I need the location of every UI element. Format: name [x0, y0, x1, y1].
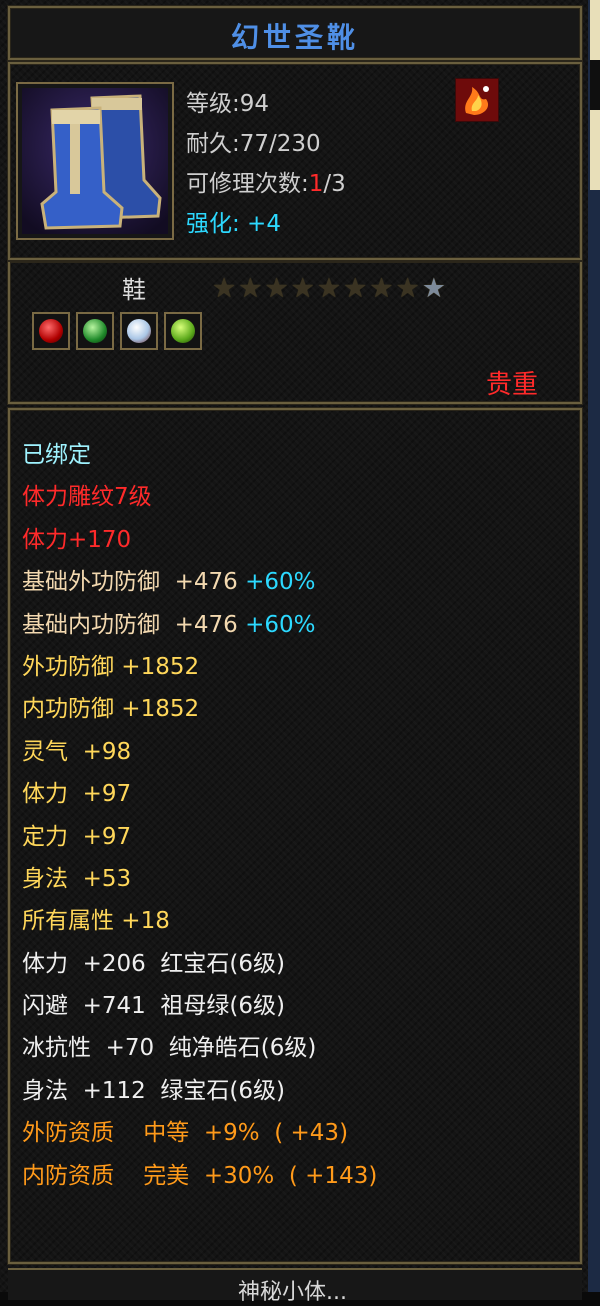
title-bar: 幻世圣靴 — [8, 6, 582, 60]
star-icon: ★ — [212, 273, 237, 304]
base-inner-pct: +60% — [245, 611, 316, 638]
focus-stat: 定力 +97 — [22, 823, 132, 850]
base-inner-defense: 基础内功防御 +476 +60% — [22, 604, 377, 646]
inner-aptitude: 内防资质 完美 +30% ( +143) — [22, 1162, 378, 1189]
all-attributes-stat: 所有属性 +18 — [22, 908, 170, 935]
gem-bonus-4: 身法 +112 绿宝石(6级) — [22, 1077, 285, 1104]
base-outer-label: 基础外功防御 +476 — [22, 569, 246, 596]
spirit-stat: 灵气 +98 — [22, 738, 132, 765]
star-icon: ★ — [264, 273, 289, 304]
agility-stat: 身法 +53 — [22, 865, 132, 892]
item-icon-frame — [16, 82, 174, 240]
star-icon: ★ — [421, 273, 446, 304]
footer-text: 神秘小体... — [238, 1280, 347, 1305]
item-name: 幻世圣靴 — [230, 21, 359, 54]
repair-count: 可修理次数:1/3 — [186, 164, 346, 198]
outer-aptitude: 外防资质 中等 +9% ( +43) — [22, 1120, 349, 1147]
jade-gem-icon[interactable] — [164, 312, 202, 350]
footer-bar: 神秘小体... — [8, 1268, 582, 1305]
white-gem-icon[interactable] — [120, 312, 158, 350]
background-window-strip — [588, 0, 600, 1292]
star-icon: ★ — [316, 273, 342, 304]
durability-text: 耐久:77/230 — [186, 131, 321, 157]
gem-bonus-3: 冰抗性 +70 纯净皓石(6级) — [22, 1035, 317, 1062]
star-icon: ★ — [290, 273, 315, 304]
star-rating: ★ ★ ★ ★ ★ ★ ★ ★ ★ — [212, 275, 446, 303]
engrave-line: 体力雕纹7级 — [22, 484, 152, 511]
fire-emblem-icon — [455, 78, 499, 122]
gem-bonus-2: 闪避 +741 祖母绿(6级) — [22, 993, 285, 1020]
star-icon: ★ — [369, 273, 394, 304]
star-icon: ★ — [395, 273, 420, 304]
level-text: 等级:94 — [186, 91, 270, 117]
engrave-bonus: 体力+170 — [22, 526, 132, 553]
boots-icon — [22, 88, 168, 234]
green-gem-icon[interactable] — [76, 312, 114, 350]
gem-bonus-1: 体力 +206 红宝石(6级) — [22, 950, 285, 977]
base-outer-defense: 基础外功防御 +476 +60% — [22, 561, 377, 603]
gem-sockets — [32, 312, 202, 350]
base-inner-label: 基础内功防御 +476 — [22, 611, 246, 638]
repair-label: 可修理次数: — [186, 171, 309, 197]
base-outer-pct: +60% — [245, 569, 316, 596]
red-gem-icon[interactable] — [32, 312, 70, 350]
attribute-list: 已绑定 体力雕纹7级 体力+170 基础外功防御 +476 +60% 基础内功防… — [22, 434, 377, 1197]
star-icon: ★ — [343, 273, 368, 304]
bound-status: 已绑定 — [22, 442, 91, 468]
enhance-text: 强化: +4 — [186, 211, 281, 237]
outer-defense: 外功防御 +1852 — [22, 653, 200, 680]
stamina-stat: 体力 +97 — [22, 781, 132, 808]
item-slot-type: 鞋 — [122, 276, 146, 304]
star-icon: ★ — [238, 273, 263, 304]
rarity-label: 贵重 — [486, 370, 539, 400]
repair-used: 1 — [308, 171, 324, 197]
inner-defense: 内功防御 +1852 — [22, 696, 200, 723]
repair-total: /3 — [323, 171, 346, 197]
